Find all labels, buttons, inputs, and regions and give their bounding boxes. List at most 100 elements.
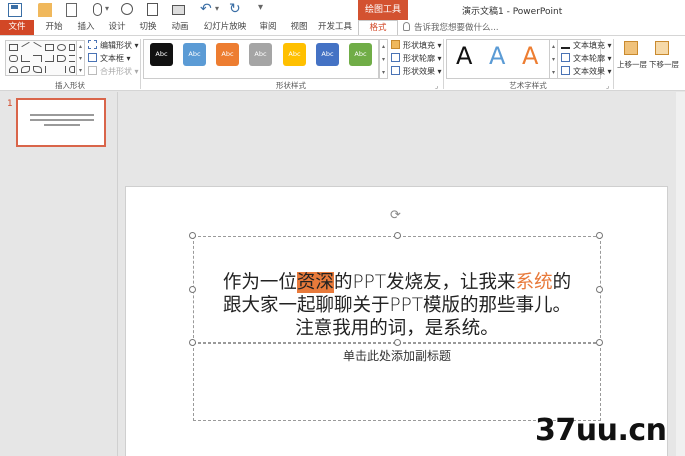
tab-view[interactable]: 视图: [284, 20, 314, 35]
slide-title-text[interactable]: 作为一位资深的PPT发烧友，让我来系统的 跟大家一起聊聊关于PPT模版的那些事儿…: [193, 271, 601, 340]
wordart-scroll[interactable]: ▴ ▾ ▾: [549, 39, 558, 79]
text-outline-icon: [561, 53, 570, 62]
shape-style-swatch[interactable]: Abc: [249, 43, 272, 66]
thumbnail-text-line: [44, 124, 80, 126]
tab-developer[interactable]: 开发工具: [315, 20, 355, 35]
curve-shape-icon[interactable]: [33, 66, 42, 73]
tab-format[interactable]: 格式: [358, 20, 398, 35]
slide-thumbnail[interactable]: [16, 98, 106, 147]
tell-me-search[interactable]: 告诉我您想要做什么...: [403, 21, 499, 35]
save-icon[interactable]: [8, 3, 22, 17]
drawing-tools-context-header: 绘图工具: [358, 0, 408, 20]
wordart-sample[interactable]: A: [489, 42, 505, 70]
line-shape-icon[interactable]: [33, 41, 42, 48]
shape-style-swatch[interactable]: Abc: [349, 43, 372, 66]
group-label-insert-shapes: 插入形状: [55, 81, 85, 90]
wordart-sample[interactable]: A: [456, 42, 472, 70]
arrow-shape-icon[interactable]: [57, 55, 66, 62]
dialog-launcher-icon[interactable]: ⌟: [606, 82, 609, 90]
resize-handle[interactable]: [596, 339, 603, 346]
rectangle-shape-icon[interactable]: [9, 44, 18, 51]
open-icon[interactable]: [38, 3, 52, 17]
chevron-down-icon[interactable]: ▾: [105, 4, 109, 13]
line-shape-icon[interactable]: [21, 41, 30, 48]
shapes-gallery[interactable]: [5, 40, 77, 76]
subtitle-placeholder-text[interactable]: 单击此处添加副标题: [193, 347, 601, 364]
shape-style-swatch[interactable]: Abc: [183, 43, 206, 66]
chevron-down-icon[interactable]: ▾: [215, 4, 219, 13]
lightbulb-icon: [403, 22, 410, 31]
shape-effects-button[interactable]: 形状效果 ▾: [391, 66, 442, 78]
resize-handle[interactable]: [189, 232, 196, 239]
edit-shape-button[interactable]: 编辑形状 ▾: [88, 40, 139, 52]
shape-style-swatch[interactable]: Abc: [216, 43, 239, 66]
undo-icon[interactable]: ↶: [200, 1, 212, 17]
group-label-shape-styles: 形状样式: [276, 81, 306, 90]
connector-shape-icon[interactable]: [45, 55, 54, 62]
shape-outline-button[interactable]: 形状轮廓 ▾: [391, 53, 442, 65]
group-label-wordart-styles: 艺术字样式: [509, 81, 547, 90]
print-preview-icon[interactable]: [147, 3, 158, 16]
shape-effects-icon: [391, 66, 400, 75]
connector-shape-icon[interactable]: [33, 55, 42, 62]
customize-icon[interactable]: ▾: [258, 2, 263, 13]
send-backward-icon[interactable]: [655, 41, 669, 55]
text-fill-button[interactable]: 文本填充 ▾: [561, 40, 612, 52]
ribbon-tabs: 文件 开始 插入 设计 切换 动画 幻灯片放映 审阅 视图 开发工具 格式 告诉…: [0, 20, 685, 35]
title-line-3: 注意我用的词，是系统。: [295, 318, 499, 339]
dialog-launcher-icon[interactable]: ⌟: [435, 82, 438, 90]
tab-animations[interactable]: 动画: [164, 20, 196, 35]
resize-handle[interactable]: [394, 339, 401, 346]
rectangle-shape-icon[interactable]: [45, 44, 54, 51]
ribbon: ▴ ▾ ▾ 编辑形状 ▾ 文本框 ▾ 合并形状 ▾ 插入形状 Abc Abc Abc…: [0, 35, 685, 91]
shape-styles-scroll[interactable]: ▴ ▾ ▾: [379, 39, 388, 79]
highlighted-text: 资深: [296, 272, 334, 293]
arc-shape-icon[interactable]: [9, 66, 18, 73]
freeform-shape-icon[interactable]: [21, 66, 30, 73]
quick-print-icon[interactable]: [172, 5, 185, 15]
text-outline-button[interactable]: 文本轮廓 ▾: [561, 53, 612, 65]
tab-transitions[interactable]: 切换: [133, 20, 163, 35]
bring-forward-button[interactable]: 上移一层: [617, 59, 647, 70]
resize-handle[interactable]: [189, 339, 196, 346]
bracket-shape-icon[interactable]: [57, 66, 66, 73]
title-line-2: 跟大家一起聊聊关于PPT模版的那些事儿。: [222, 295, 572, 316]
text-box-button[interactable]: 文本框 ▾: [88, 53, 131, 65]
triangle-shape-icon[interactable]: [21, 55, 30, 62]
brace-shape-icon[interactable]: [69, 66, 75, 73]
shape-style-swatch[interactable]: Abc: [283, 43, 306, 66]
tab-review[interactable]: 审阅: [253, 20, 283, 35]
rotate-handle-icon[interactable]: ⟳: [390, 208, 401, 223]
tab-file[interactable]: 文件: [0, 20, 34, 35]
shapes-gallery-scroll[interactable]: ▴ ▾ ▾: [77, 40, 85, 76]
orange-text: 系统: [515, 272, 553, 293]
oval-shape-icon[interactable]: [57, 44, 66, 51]
tab-insert[interactable]: 插入: [71, 20, 101, 35]
redo-icon[interactable]: ↻: [229, 1, 241, 17]
rectangle-shape-icon[interactable]: [69, 44, 75, 51]
thumbnail-text-line: [30, 119, 94, 121]
bring-forward-icon[interactable]: [624, 41, 638, 55]
title-line-1: 作为一位资深的PPT发烧友，让我来系统的: [222, 272, 572, 293]
vertical-scrollbar[interactable]: [676, 92, 685, 456]
slide-thumbnail-pane: 1: [0, 92, 118, 456]
send-backward-button[interactable]: 下移一层: [649, 59, 679, 70]
text-effects-button[interactable]: 文本效果 ▾: [561, 66, 612, 78]
tab-design[interactable]: 设计: [102, 20, 132, 35]
tab-slideshow[interactable]: 幻灯片放映: [198, 20, 252, 35]
shape-fill-button[interactable]: 形状填充 ▾: [391, 40, 442, 52]
tab-home[interactable]: 开始: [38, 20, 70, 35]
new-icon[interactable]: [66, 3, 77, 17]
window-title: 演示文稿1 - PowerPoint: [462, 7, 563, 17]
merge-shapes-button[interactable]: 合并形状 ▾: [88, 66, 139, 78]
wordart-sample[interactable]: A: [522, 42, 538, 70]
resize-handle[interactable]: [394, 232, 401, 239]
rounded-rectangle-shape-icon[interactable]: [9, 55, 18, 62]
resize-handle[interactable]: [596, 232, 603, 239]
mouse-icon[interactable]: [93, 3, 102, 16]
touch-mode-icon[interactable]: [121, 3, 133, 15]
bracket-shape-icon[interactable]: [45, 66, 54, 73]
shape-style-swatch[interactable]: Abc: [316, 43, 339, 66]
shape-style-swatch[interactable]: Abc: [150, 43, 173, 66]
arrow-shape-icon[interactable]: [69, 55, 75, 62]
